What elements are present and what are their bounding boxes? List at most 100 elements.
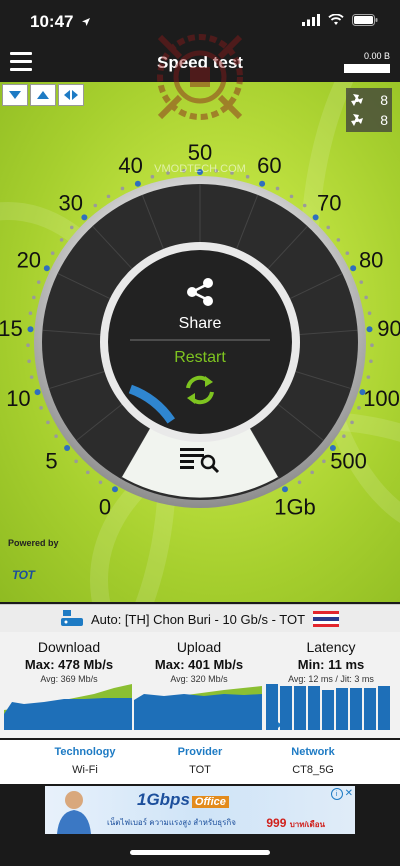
gauge-minor-tick xyxy=(26,343,30,348)
ad-person-image xyxy=(57,791,91,834)
cellular-signal-icon xyxy=(302,14,320,26)
gauge-minor-tick xyxy=(69,225,74,230)
network-value: CT8_5G xyxy=(292,764,334,776)
gauge-major-tick xyxy=(259,180,266,187)
status-icons xyxy=(302,14,378,26)
upload-label: Upload xyxy=(176,639,222,655)
gauge-minor-tick xyxy=(366,375,371,379)
gauge-minor-tick xyxy=(32,295,36,300)
download-stat: Download Max: 478 Mb/s Avg: 369 Mb/s xyxy=(4,632,134,738)
provider-value: TOT xyxy=(189,764,211,776)
gauge-minor-tick xyxy=(36,280,41,284)
gauge-minor-tick xyxy=(302,203,307,208)
server-router-icon xyxy=(60,610,83,626)
share-button[interactable]: Share xyxy=(179,315,222,332)
gauge-minor-tick xyxy=(28,311,33,315)
home-indicator xyxy=(130,850,270,855)
server-sort-controls xyxy=(2,84,84,106)
server-selector[interactable]: Auto: [TH] Chon Buri - 10 Gb/s - TOT xyxy=(0,604,400,633)
download-graph xyxy=(4,684,132,730)
gauge-minor-tick xyxy=(359,280,364,284)
servers-count-top: 8 xyxy=(380,92,388,108)
gauge-minor-tick xyxy=(369,359,373,364)
watermark-seal-logo xyxy=(157,34,243,120)
status-time: 10:47 xyxy=(30,12,91,32)
gauge-major-tick xyxy=(27,326,34,333)
latency-graph xyxy=(266,684,390,730)
gauge-minor-tick xyxy=(342,434,346,439)
gauge-major-tick xyxy=(366,326,373,333)
gauge-scale-label: 60 xyxy=(257,153,281,178)
gauge-major-tick xyxy=(34,389,41,396)
ad-banner[interactable]: 1Gbps Office เน็ตไฟเบอร์ ความแรงสูง สำหรั… xyxy=(45,786,355,834)
ad-close-icon[interactable]: ✕ xyxy=(345,788,353,800)
gauge-minor-tick xyxy=(106,194,111,199)
ad-controls: i ✕ xyxy=(330,788,353,800)
gauge-major-tick xyxy=(282,486,288,493)
gauge-major-tick xyxy=(112,486,118,493)
gauge-major-tick xyxy=(64,444,71,451)
data-counter-bar xyxy=(344,64,390,73)
latency-min: Min: 11 ms xyxy=(297,657,365,672)
gauge-minor-tick xyxy=(370,343,374,348)
gauge-minor-tick xyxy=(46,420,50,425)
gauge-minor-tick xyxy=(310,470,314,475)
upload-stat: Upload Max: 401 Mb/s Avg: 320 Mb/s xyxy=(134,632,264,738)
gauge-scale-label: 40 xyxy=(118,153,142,178)
ad-price: 999 บาท/เดือน xyxy=(266,816,325,830)
network-info: Network CT8_5G xyxy=(258,746,368,776)
triangle-down-icon xyxy=(9,91,21,99)
gauge-scale-label: 30 xyxy=(59,191,83,216)
technology-label: Technology xyxy=(54,746,116,758)
gauge-minor-tick xyxy=(326,225,331,230)
gauge-major-tick xyxy=(43,265,50,272)
latency-label: Latency xyxy=(306,639,356,655)
ad-headline: 1Gbps Office xyxy=(137,790,229,810)
sort-down-button[interactable] xyxy=(2,84,28,106)
gauge-minor-tick xyxy=(297,480,302,485)
servers-count-box[interactable]: 8 8 xyxy=(346,88,392,132)
battery-icon xyxy=(352,14,378,26)
info-bar: Technology Wi-Fi Provider TOT Network CT… xyxy=(0,740,400,784)
gauge-scale-label: 50 xyxy=(188,140,212,165)
triangle-up-icon xyxy=(37,91,49,99)
gauge-minor-tick xyxy=(357,406,361,410)
gauge-minor-tick xyxy=(39,406,43,410)
gauge-scale-label: 90 xyxy=(377,316,400,341)
gauge-minor-tick xyxy=(98,480,103,485)
server-text: Auto: [TH] Chon Buri - 10 Gb/s - TOT xyxy=(90,611,306,627)
gauge-minor-tick xyxy=(59,238,64,242)
gauge-scale-label: 70 xyxy=(317,191,341,216)
servers-count-bottom: 8 xyxy=(380,112,388,128)
gauge-minor-tick xyxy=(74,459,78,464)
gauge-minor-tick xyxy=(322,459,326,464)
data-counter: 0.00 B xyxy=(344,51,390,73)
gauge-minor-tick xyxy=(345,251,350,256)
gauge-scale-label: 0 xyxy=(99,495,111,520)
stats-panel: Download Max: 478 Mb/s Avg: 369 Mb/s Upl… xyxy=(0,632,400,738)
download-label: Download xyxy=(37,639,101,655)
gauge-minor-tick xyxy=(86,470,90,475)
powered-by-label: Powered by xyxy=(8,538,59,548)
sort-lr-button[interactable] xyxy=(58,84,84,106)
download-max: Max: 478 Mb/s xyxy=(24,657,114,672)
gauge-major-tick xyxy=(134,180,141,187)
gauge-scale-label: 5 xyxy=(45,448,57,473)
wifi-icon xyxy=(328,14,344,25)
sort-up-button[interactable] xyxy=(30,84,56,106)
gauge-minor-tick xyxy=(245,174,250,179)
upload-max: Max: 401 Mb/s xyxy=(154,657,244,672)
gauge-major-tick xyxy=(350,265,357,272)
tot-logo: TOT xyxy=(12,568,35,582)
restart-button[interactable]: Restart xyxy=(174,349,226,366)
latency-stat: Latency Min: 11 ms Avg: 12 ms / Jit: 3 m… xyxy=(266,632,396,738)
thailand-flag-icon xyxy=(313,611,340,627)
ad-info-icon[interactable]: i xyxy=(330,788,343,800)
technology-info: Technology Wi-Fi xyxy=(30,746,140,776)
left-right-arrows-icon xyxy=(64,90,78,100)
gauge-minor-tick xyxy=(54,434,58,439)
gauge-minor-tick xyxy=(289,194,294,199)
gauge-minor-tick xyxy=(350,420,354,425)
gauge-minor-tick xyxy=(93,203,98,208)
gauge-scale-label: 500 xyxy=(330,448,367,473)
